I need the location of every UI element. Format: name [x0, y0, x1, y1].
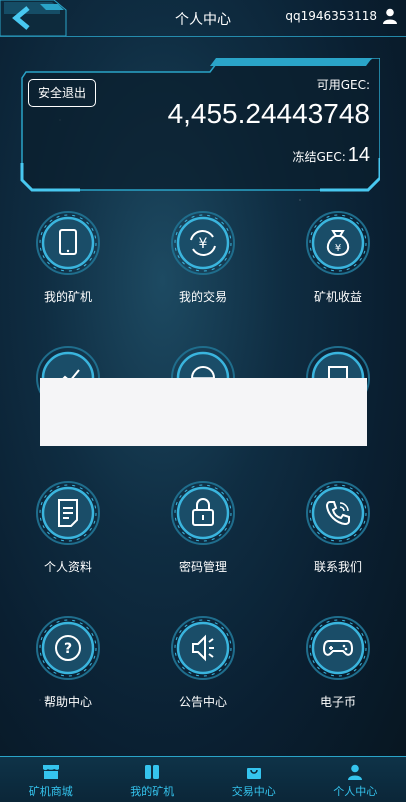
nav-my-miners[interactable]: 我的矿机	[102, 757, 204, 802]
header-divider	[0, 36, 406, 37]
document-icon	[36, 481, 100, 545]
shop-icon	[42, 765, 59, 779]
menu-label: 密码管理	[178, 560, 227, 574]
frozen-balance: 冻结GEC: 14	[292, 144, 370, 167]
menu-password[interactable]: 密码管理	[143, 480, 263, 575]
svg-text:¥: ¥	[335, 243, 341, 254]
nav-trade-center[interactable]: 交易中心	[203, 757, 305, 802]
bottom-navigation: 矿机商城 我的矿机 交易中心 个人中心	[0, 756, 406, 802]
menu-label: 电子币	[319, 695, 356, 709]
svg-text:¥: ¥	[199, 236, 208, 252]
logout-button[interactable]: 安全退出	[28, 79, 96, 107]
menu-label: 矿机收益	[313, 290, 362, 304]
menu-label: 帮助中心	[43, 695, 92, 709]
nav-personal-center[interactable]: 个人中心	[305, 757, 406, 802]
user-info[interactable]: qq1946353118	[285, 8, 398, 24]
available-balance: 4,455.24443748	[167, 98, 370, 129]
username: qq1946353118	[285, 9, 377, 23]
menu-miner-earnings[interactable]: ¥ 矿机收益	[278, 210, 398, 305]
tablet-icon	[36, 211, 100, 275]
phone-icon	[306, 481, 370, 545]
menu-announcements[interactable]: 公告中心	[143, 615, 263, 710]
menu-ecoin[interactable]: 电子币	[278, 615, 398, 710]
person-icon	[348, 764, 363, 780]
menu-label: 我的交易	[178, 290, 227, 304]
nav-miner-shop[interactable]: 矿机商城	[0, 757, 102, 802]
top-header: 个人中心 qq1946353118	[0, 0, 406, 38]
menu-contact[interactable]: 联系我们	[278, 480, 398, 575]
menu-profile[interactable]: 个人资料	[8, 480, 128, 575]
menu-my-trades[interactable]: ¥ 我的交易	[143, 210, 263, 305]
menu-label: 联系我们	[313, 560, 362, 574]
frozen-value: 14	[347, 144, 370, 166]
menu-help[interactable]: ? 帮助中心	[8, 615, 128, 710]
menu-my-miners[interactable]: 我的矿机	[8, 210, 128, 305]
user-icon	[383, 8, 397, 24]
question-icon: ?	[36, 616, 100, 680]
bag-icon	[246, 768, 261, 779]
money-bag-icon: ¥	[306, 211, 370, 275]
available-label: 可用GEC:	[316, 78, 370, 92]
nav-label: 我的矿机	[130, 785, 175, 798]
yuan-refresh-icon: ¥	[171, 211, 235, 275]
nav-label: 矿机商城	[28, 785, 73, 798]
gamepad-icon	[306, 616, 370, 680]
speaker-icon	[171, 616, 235, 680]
redaction-overlay	[40, 378, 367, 446]
menu-label: 个人资料	[43, 560, 92, 574]
svg-text:?: ?	[64, 641, 72, 657]
machine-icon	[145, 765, 160, 779]
lock-icon	[171, 481, 235, 545]
menu-label: 我的矿机	[43, 290, 92, 304]
frozen-label: 冻结GEC:	[292, 150, 346, 164]
nav-label: 个人中心	[333, 785, 378, 798]
menu-label: 公告中心	[178, 695, 227, 709]
balance-panel: 安全退出 可用GEC: 4,455.24443748 冻结GEC: 14	[20, 58, 380, 192]
nav-label: 交易中心	[231, 785, 276, 798]
